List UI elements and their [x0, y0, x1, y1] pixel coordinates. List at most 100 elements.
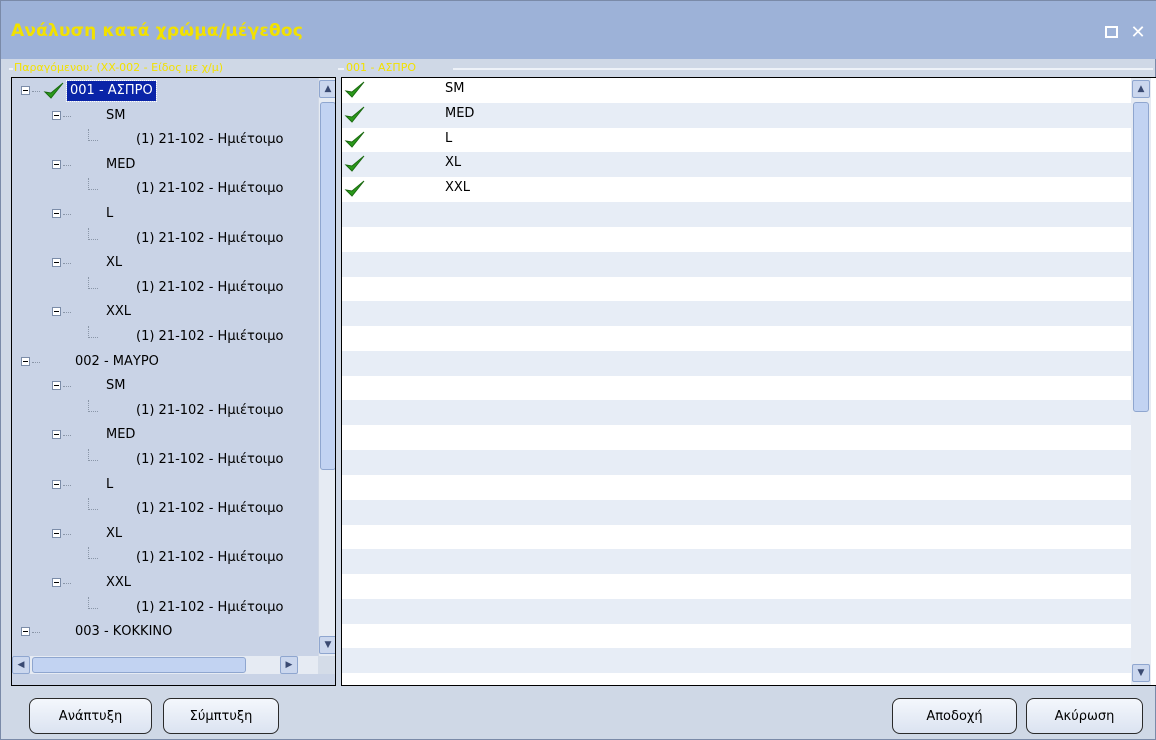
list-row	[342, 227, 1132, 252]
collapse-toggle-icon[interactable]	[52, 381, 61, 391]
list-row[interactable]: XL	[342, 152, 1132, 178]
size-label: XXL	[445, 180, 471, 196]
checkmark-icon[interactable]	[344, 179, 366, 199]
scroll-up-arrow-icon[interactable]: ▲	[319, 80, 335, 98]
tree-node-label: 003 - ΚΟΚΚΙΝΟ	[75, 624, 173, 640]
tree-node-label: XL	[106, 525, 123, 541]
list-vertical-scrollbar[interactable]: ▲ ▼	[1131, 78, 1151, 685]
tree-node-label: (1) 21-102 - Ημιέτοιμο	[136, 279, 284, 295]
list-row	[342, 376, 1132, 401]
close-icon[interactable]: ✕	[1128, 22, 1148, 43]
collapse-toggle-icon[interactable]	[21, 86, 30, 95]
tree-node[interactable]: (1) 21-102 - Ημιέτοιμο	[12, 596, 308, 622]
tree-node[interactable]: 003 - ΚΟΚΚΙΝΟ	[12, 621, 308, 646]
tree-node-label: 002 - ΜΑΥΡΟ	[75, 353, 159, 369]
collapse-toggle-icon[interactable]	[52, 528, 61, 538]
collapse-toggle-icon[interactable]	[52, 258, 61, 268]
collapse-toggle-icon[interactable]	[52, 430, 61, 440]
left-group-legend: Παραγόμενου: (XX-002 - Είδος με χ/μ)	[14, 61, 223, 74]
tree-node[interactable]: SM	[12, 375, 308, 400]
collapse-button[interactable]: Σύμπτυξη	[163, 698, 279, 734]
tree-node[interactable]: (1) 21-102 - Ημιέτοιμο	[12, 547, 308, 572]
list-row	[342, 574, 1132, 599]
tree-panel[interactable]: 001 - ΑΣΠΡΟ SM (1) 21-102 - Ημιέτοιμο MED (1…	[11, 77, 336, 686]
scroll-right-arrow-icon[interactable]: ▶	[280, 656, 298, 674]
tree-hscroll-thumb[interactable]	[32, 657, 246, 673]
checkmark-icon	[43, 81, 65, 101]
tree-node-label: (1) 21-102 - Ημιέτοιμο	[136, 452, 284, 467]
analysis-dialog: Ανάλυση κατά χρώμα/μέγεθος ✕ Παραγόμενου…	[0, 0, 1156, 740]
tree-node-label: MED	[106, 156, 136, 172]
tree-node[interactable]: XL	[12, 252, 308, 277]
tree-node[interactable]: (1) 21-102 - Ημιέτοιμο	[12, 276, 308, 302]
tree-node[interactable]: 002 - ΜΑΥΡΟ	[12, 351, 308, 376]
tree-view[interactable]: 001 - ΑΣΠΡΟ SM (1) 21-102 - Ημιέτοιμο MED (1…	[12, 78, 308, 656]
collapse-toggle-icon[interactable]	[52, 479, 61, 489]
collapse-toggle-icon[interactable]	[52, 159, 61, 169]
size-list[interactable]: SM MED L XL XXL	[342, 78, 1132, 685]
scroll-down-arrow-icon[interactable]: ▼	[1132, 664, 1150, 682]
scroll-left-arrow-icon[interactable]: ◀	[12, 656, 30, 674]
tree-node[interactable]: (1) 21-102 - Ημιέτοιμο	[12, 498, 308, 523]
tree-node[interactable]: XXL	[12, 572, 308, 597]
list-row	[342, 276, 1132, 301]
list-row	[342, 524, 1132, 549]
collapse-toggle-icon[interactable]	[52, 578, 61, 587]
tree-node[interactable]: (1) 21-102 - Ημιέτοιμο	[12, 178, 308, 203]
tree-node[interactable]: XXL	[12, 301, 308, 326]
collapse-toggle-icon[interactable]	[52, 110, 61, 120]
tree-node-label: L	[106, 206, 114, 221]
scroll-down-arrow-icon[interactable]: ▼	[319, 636, 335, 654]
list-vscroll-thumb[interactable]	[1133, 102, 1149, 412]
size-label: SM	[445, 81, 465, 96]
tree-node-label: (1) 21-102 - Ημιέτοιμο	[136, 501, 284, 517]
tree-vscroll-thumb[interactable]	[320, 102, 335, 470]
checkmark-icon[interactable]	[344, 130, 366, 150]
tree-horizontal-scrollbar[interactable]: ◀ ▶	[12, 656, 318, 674]
tree-node[interactable]: (1) 21-102 - Ημιέτοιμο	[12, 449, 308, 474]
list-row	[342, 673, 1132, 685]
tree-node[interactable]: SM	[12, 105, 308, 130]
tree-node[interactable]: (1) 21-102 - Ημιέτοιμο	[12, 399, 308, 425]
tree-node[interactable]: (1) 21-102 - Ημιέτοιμο	[12, 227, 308, 253]
size-list-panel[interactable]: SM MED L XL XXL ▲ ▼	[341, 77, 1156, 686]
checkmark-icon[interactable]	[344, 105, 366, 125]
expand-button[interactable]: Ανάπτυξη	[29, 698, 152, 734]
cancel-button[interactable]: Ακύρωση	[1026, 698, 1143, 734]
tree-node[interactable]: (1) 21-102 - Ημιέτοιμο	[12, 129, 308, 154]
maximize-icon[interactable]	[1101, 22, 1121, 42]
tree-node[interactable]: (1) 21-102 - Ημιέτοιμο	[12, 326, 308, 351]
list-row	[342, 326, 1132, 351]
tree-node[interactable]: 001 - ΑΣΠΡΟ	[12, 80, 308, 105]
list-row[interactable]: MED	[342, 102, 1132, 128]
tree-vertical-scrollbar[interactable]: ▲ ▼	[318, 78, 335, 656]
scroll-up-arrow-icon[interactable]: ▲	[1132, 80, 1150, 98]
tree-node[interactable]: XL	[12, 523, 308, 548]
collapse-toggle-icon[interactable]	[21, 356, 30, 366]
tree-node[interactable]: MED	[12, 424, 308, 449]
checkmark-icon[interactable]	[344, 154, 366, 174]
list-row	[342, 598, 1132, 624]
checkmark-icon[interactable]	[344, 80, 366, 100]
list-row	[342, 624, 1132, 649]
collapse-toggle-icon[interactable]	[21, 627, 30, 637]
tree-node-label: (1) 21-102 - Ημιέτοιμο	[136, 230, 284, 246]
tree-node[interactable]: MED	[12, 154, 308, 179]
list-row	[342, 301, 1132, 327]
list-row[interactable]: L	[342, 128, 1132, 153]
list-row	[342, 400, 1132, 426]
collapse-toggle-icon[interactable]	[52, 307, 61, 317]
size-label: MED	[445, 105, 475, 121]
list-row[interactable]: XXL	[342, 177, 1132, 202]
accept-button[interactable]: Αποδοχή	[892, 698, 1017, 734]
tree-node-label: L	[106, 476, 114, 492]
list-row[interactable]: SM	[342, 78, 1132, 103]
tree-node-label: (1) 21-102 - Ημιέτοιμο	[136, 329, 284, 344]
tree-node[interactable]: L	[12, 203, 308, 228]
tree-node[interactable]: L	[12, 474, 308, 499]
list-row	[342, 202, 1132, 227]
collapse-toggle-icon[interactable]	[52, 209, 61, 218]
list-row	[342, 425, 1132, 450]
list-row	[342, 549, 1132, 575]
list-row	[342, 350, 1132, 376]
